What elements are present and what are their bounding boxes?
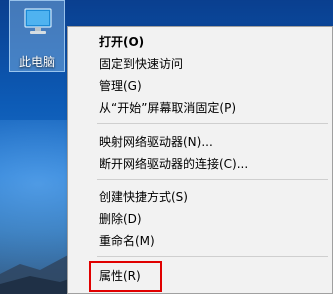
context-menu: 打开(O) 固定到快速访问 管理(G) 从“开始”屏幕取消固定(P) 映射网络驱… [67, 26, 333, 294]
menu-item-unpin-start[interactable]: 从“开始”屏幕取消固定(P) [68, 97, 332, 119]
this-pc-label: 此电脑 [18, 55, 55, 69]
menu-item-create-shortcut[interactable]: 创建快捷方式(S) [68, 186, 332, 208]
this-pc-desktop-icon[interactable]: 此电脑 [9, 0, 65, 72]
menu-item-disconnect-network-drive[interactable]: 断开网络驱动器的连接(C)... [68, 153, 332, 175]
menu-separator [97, 123, 328, 124]
menu-separator [97, 256, 328, 257]
menu-item-delete[interactable]: 删除(D) [68, 208, 332, 230]
computer-icon [24, 8, 52, 34]
menu-item-open[interactable]: 打开(O) [68, 31, 332, 53]
menu-item-pin-quick-access[interactable]: 固定到快速访问 [68, 53, 332, 75]
menu-item-map-network-drive[interactable]: 映射网络驱动器(N)... [68, 131, 332, 153]
desktop-background: 此电脑 打开(O) 固定到快速访问 管理(G) 从“开始”屏幕取消固定(P) 映… [0, 0, 333, 294]
properties-highlight-box [89, 261, 162, 292]
menu-separator [97, 179, 328, 180]
menu-item-manage[interactable]: 管理(G) [68, 75, 332, 97]
menu-item-rename[interactable]: 重命名(M) [68, 230, 332, 252]
